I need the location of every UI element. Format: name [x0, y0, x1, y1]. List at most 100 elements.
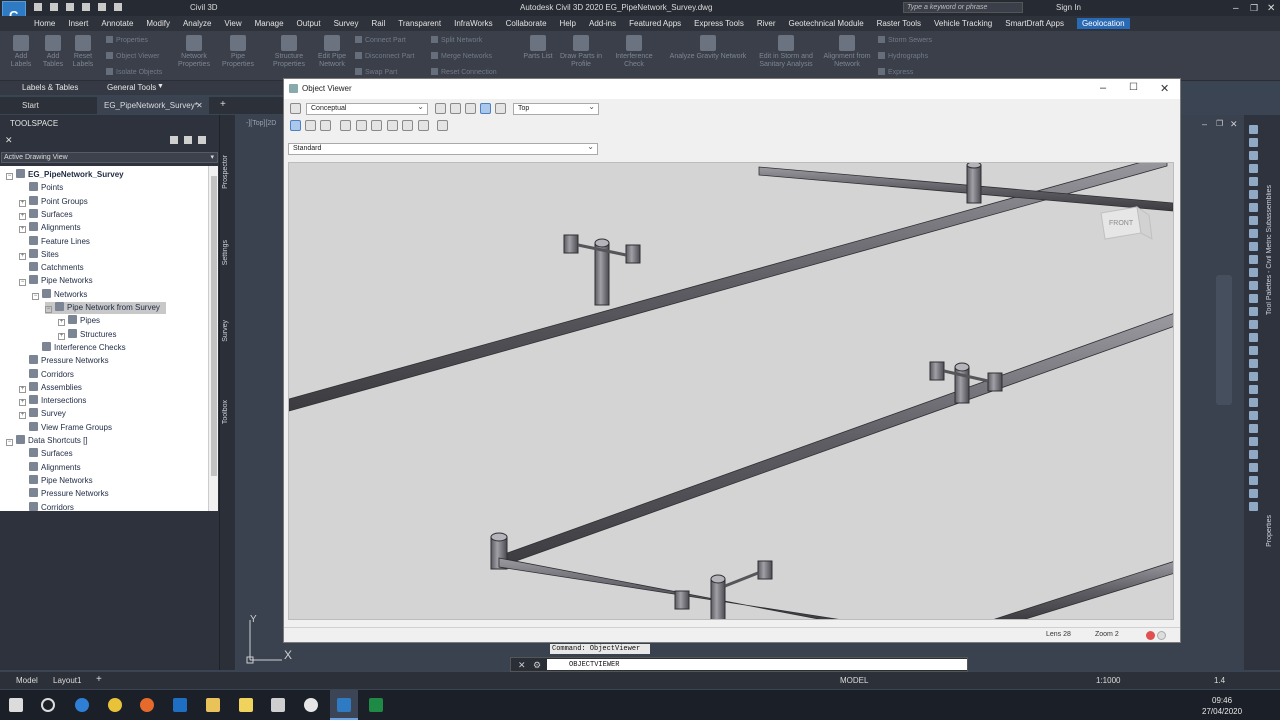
- ribbon-tab-modify[interactable]: Modify: [146, 19, 170, 28]
- manhole-structure[interactable]: [954, 366, 970, 404]
- tree-node[interactable]: View Frame Groups: [19, 421, 112, 434]
- palette-tool-icon[interactable]: [1249, 281, 1258, 290]
- zoom-icon[interactable]: [450, 103, 461, 114]
- object-viewer-button[interactable]: Object Viewer: [106, 52, 159, 60]
- properties-button[interactable]: Properties: [106, 36, 148, 44]
- ribbon-tab-river[interactable]: River: [757, 19, 776, 28]
- palette-tool-icon[interactable]: [1249, 294, 1258, 303]
- vertical-tab[interactable]: Prospector: [222, 155, 229, 189]
- general-tools-dropdown-icon[interactable]: ▼: [157, 83, 164, 90]
- ribbon-tab-vehicle-tracking[interactable]: Vehicle Tracking: [934, 19, 992, 28]
- palette-tool-icon[interactable]: [1249, 385, 1258, 394]
- tree-node[interactable]: − Pipe Network from Survey: [45, 302, 166, 314]
- palette-tool-icon[interactable]: [1249, 346, 1258, 355]
- alignment-from-network-button[interactable]: Alignment from Network: [822, 35, 872, 69]
- zoom-in-icon[interactable]: [387, 120, 398, 131]
- clock-time[interactable]: 09:46: [1212, 696, 1232, 705]
- search-icon[interactable]: [41, 698, 55, 712]
- merge-networks-button[interactable]: Merge Networks: [431, 52, 492, 60]
- tree-node[interactable]: Interference Checks: [32, 341, 126, 354]
- ribbon-tab-smartdraft-apps[interactable]: SmartDraft Apps: [1005, 19, 1064, 28]
- object-viewer-3d-view[interactable]: FRONT: [288, 162, 1174, 620]
- express-button[interactable]: Express: [878, 68, 913, 76]
- toolspace-view-select[interactable]: Active Drawing View ▾: [1, 152, 218, 163]
- notes-icon[interactable]: [239, 698, 253, 712]
- pan-icon[interactable]: [465, 103, 476, 114]
- tree-node[interactable]: + Survey: [19, 408, 66, 420]
- palette-tool-icon[interactable]: [1249, 333, 1258, 342]
- outlook-icon[interactable]: [173, 698, 187, 712]
- expand-icon[interactable]: +: [19, 252, 26, 260]
- vertical-tab[interactable]: Toolbox: [222, 400, 229, 424]
- help-search-input[interactable]: Type a keyword or phrase: [903, 2, 1023, 13]
- toolspace-toolbar-icons[interactable]: [170, 136, 216, 146]
- firefox-icon[interactable]: [140, 698, 154, 712]
- ribbon-tab-survey[interactable]: Survey: [334, 19, 359, 28]
- palette-tool-icon[interactable]: [1249, 489, 1258, 498]
- palette-tool-icon[interactable]: [1249, 229, 1258, 238]
- inlet-structure[interactable]: [987, 372, 1003, 392]
- close-command-line-icon[interactable]: ✕: [518, 660, 526, 671]
- tree-node[interactable]: Corridors: [19, 368, 74, 381]
- sign-in-link[interactable]: Sign In: [1056, 3, 1081, 12]
- expand-icon[interactable]: +: [19, 199, 26, 207]
- ribbon-tab-help[interactable]: Help: [560, 19, 576, 28]
- palette-tool-icon[interactable]: [1249, 307, 1258, 316]
- tree-node[interactable]: + Assemblies: [19, 381, 82, 394]
- palette-tool-icon[interactable]: [1249, 320, 1258, 329]
- expand-icon[interactable]: +: [19, 385, 26, 393]
- palette-tool-icon[interactable]: [1249, 203, 1258, 212]
- palette-tool-icon[interactable]: [1249, 164, 1258, 173]
- inlet-structure[interactable]: [674, 590, 690, 610]
- pipe-segment[interactable]: [989, 561, 1174, 620]
- tree-node[interactable]: Alignments: [19, 461, 81, 474]
- windows-start-icon[interactable]: [9, 698, 23, 712]
- ribbon-tab-insert[interactable]: Insert: [68, 19, 88, 28]
- properties-palette-label[interactable]: Properties: [1266, 515, 1273, 547]
- palette-tool-icon[interactable]: [1249, 190, 1258, 199]
- zoom-extents-icon[interactable]: [371, 120, 382, 131]
- vertical-tab[interactable]: Survey: [222, 320, 229, 342]
- ribbon-tab-home[interactable]: Home: [34, 19, 55, 28]
- clock-date[interactable]: 27/04/2020: [1202, 707, 1242, 716]
- ribbon-tab-collaborate[interactable]: Collaborate: [506, 19, 547, 28]
- expand-icon[interactable]: +: [19, 226, 26, 234]
- ribbon-tab-rail[interactable]: Rail: [371, 19, 385, 28]
- palette-tool-icon[interactable]: [1249, 359, 1258, 368]
- zoom-out-icon[interactable]: [402, 120, 413, 131]
- model-space-indicator[interactable]: MODEL: [840, 676, 868, 685]
- tree-node[interactable]: Feature Lines: [19, 235, 90, 248]
- ribbon-tab-raster-tools[interactable]: Raster Tools: [877, 19, 921, 28]
- analyze-gravity-network-button[interactable]: Analyze Gravity Network: [664, 35, 752, 61]
- palette-tool-icon[interactable]: [1249, 372, 1258, 381]
- close-toolspace-icon[interactable]: ✕: [5, 135, 13, 146]
- orbit-icon[interactable]: [435, 103, 446, 114]
- zoom-realtime-icon[interactable]: [340, 120, 351, 131]
- expand-icon[interactable]: +: [58, 319, 65, 327]
- network-properties-button[interactable]: Network Properties: [174, 35, 214, 69]
- tree-node[interactable]: + Structures: [58, 328, 116, 341]
- restore-window-icon[interactable]: ❐: [1250, 3, 1258, 14]
- pipe-network-3d-model[interactable]: FRONT: [289, 163, 1174, 620]
- new-tab-icon[interactable]: +: [220, 99, 226, 110]
- civil3d-taskbar-item[interactable]: [330, 690, 358, 720]
- ribbon-tab-annotate[interactable]: Annotate: [101, 19, 133, 28]
- palette-tool-icon[interactable]: [1249, 398, 1258, 407]
- isolate-objects-button[interactable]: Isolate Objects: [106, 68, 162, 76]
- expand-icon[interactable]: +: [19, 399, 26, 407]
- palette-tool-icon[interactable]: [1249, 216, 1258, 225]
- draw-parts-in-profile-button[interactable]: Draw Parts in Profile: [560, 35, 602, 69]
- tree-node[interactable]: Corridors: [19, 501, 74, 511]
- minimize-window-icon[interactable]: –: [1233, 3, 1239, 14]
- ribbon-tab-output[interactable]: Output: [297, 19, 321, 28]
- ribbon-tab-featured-apps[interactable]: Featured Apps: [629, 19, 681, 28]
- tree-node[interactable]: Pressure Networks: [19, 488, 109, 500]
- tree-node[interactable]: + Alignments: [19, 222, 81, 234]
- palette-tool-icon[interactable]: [1249, 242, 1258, 251]
- edit-pipe-network-button[interactable]: Edit Pipe Network: [313, 35, 351, 69]
- palette-tool-icon[interactable]: [1249, 437, 1258, 446]
- tab-layout1[interactable]: Layout1: [53, 676, 81, 685]
- inlet-structure[interactable]: [929, 361, 945, 381]
- expand-icon[interactable]: +: [19, 412, 26, 420]
- vertical-tab[interactable]: Settings: [222, 240, 229, 265]
